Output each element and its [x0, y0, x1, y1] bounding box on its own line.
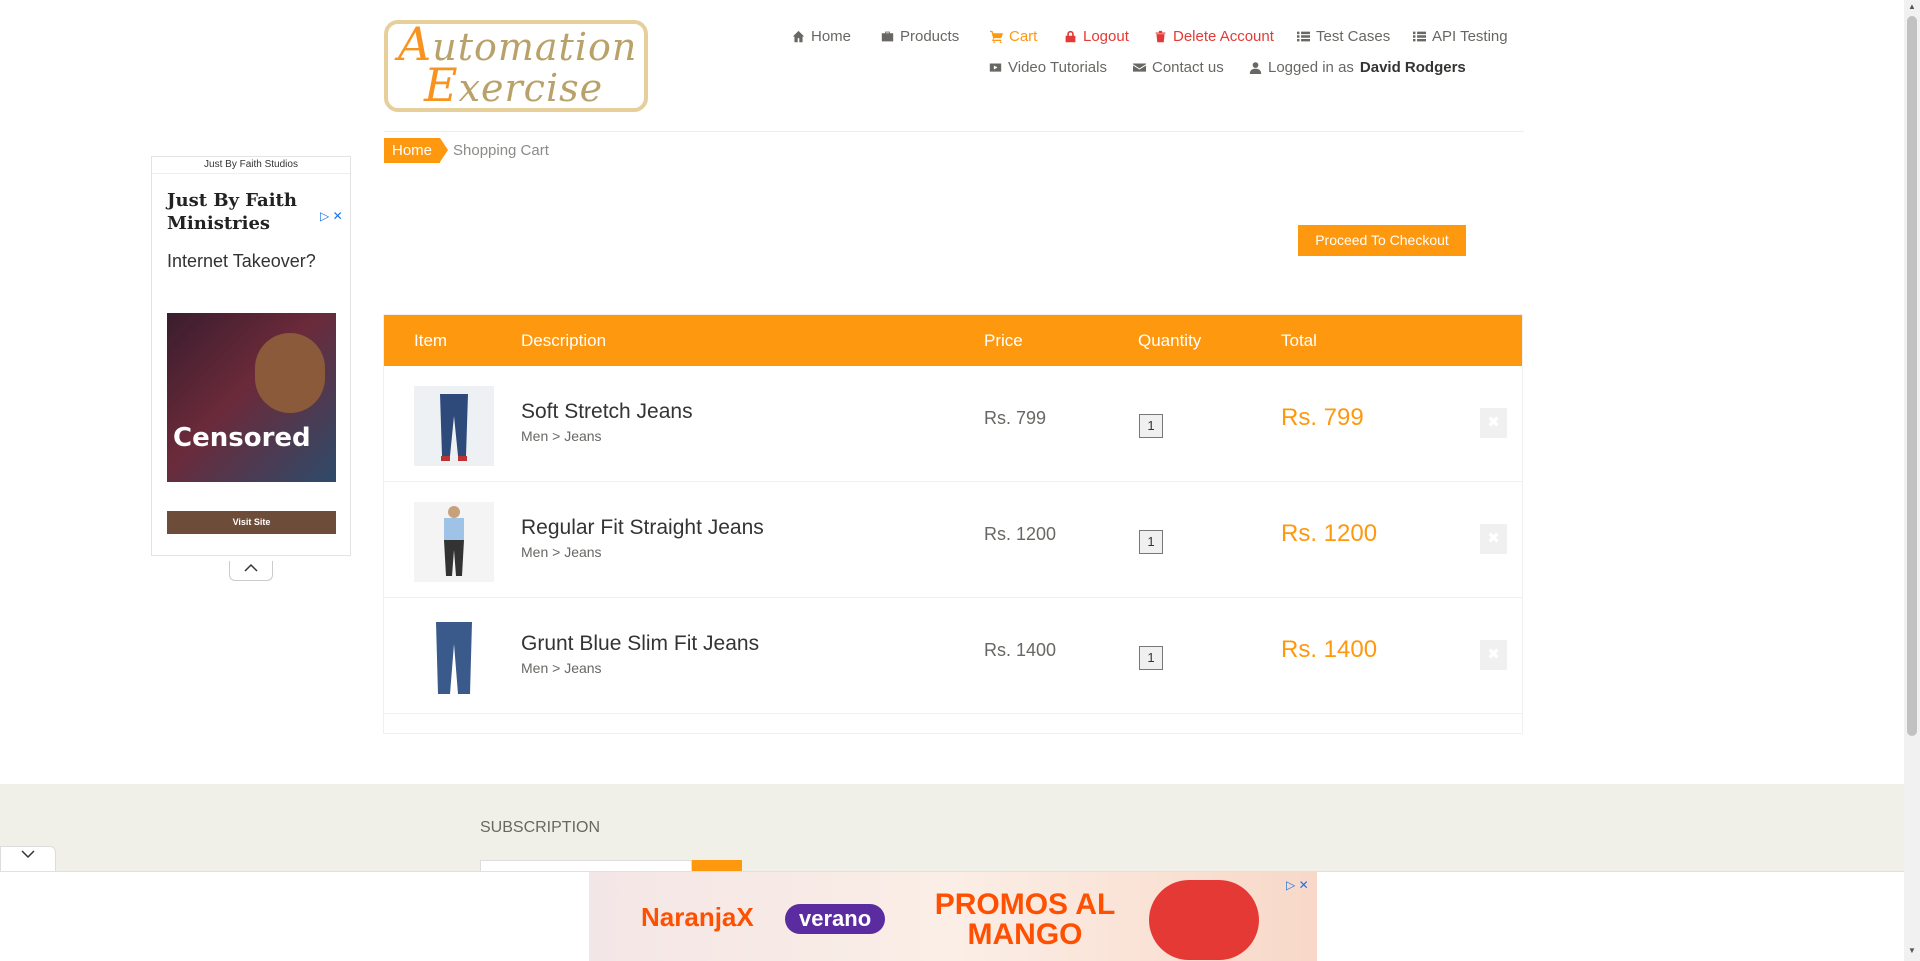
bottom-advertisement[interactable]: NaranjaX verano PROMOS AL MANGO ▷ ✕	[0, 871, 1904, 961]
product-total: Rs. 1400	[1281, 636, 1378, 663]
col-quantity: Quantity	[1138, 331, 1202, 350]
cart-table: Item Description Price Quantity Total So…	[383, 314, 1523, 734]
side-advertisement[interactable]: Just By Faith Studios Just By Faith Mini…	[151, 156, 351, 556]
nav-test-cases-label: Test Cases	[1316, 28, 1391, 45]
header-divider	[384, 131, 1524, 132]
nav-home-label: Home	[811, 28, 852, 45]
product-name[interactable]: Regular Fit Straight Jeans	[521, 516, 764, 540]
product-price: Rs. 1200	[984, 524, 1057, 544]
cart-row: Regular Fit Straight Jeans Men > Jeans R…	[384, 482, 1522, 598]
cart-table-header: Item Description Price Quantity Total	[384, 315, 1522, 366]
nav-logout-label: Logout	[1083, 28, 1129, 45]
quantity-button[interactable]: 1	[1139, 414, 1163, 438]
nav-products-label: Products	[900, 28, 960, 45]
ad-promo-text: PROMOS AL MANGO	[934, 888, 1116, 951]
nav-home[interactable]: Home	[792, 28, 851, 45]
scroll-down-arrow-icon[interactable]: ▼	[1907, 946, 1917, 958]
youtube-icon	[989, 63, 1002, 72]
nav-test-cases[interactable]: Test Cases	[1297, 28, 1390, 45]
delete-item-button[interactable]: ✖	[1480, 640, 1507, 670]
home-icon	[792, 30, 805, 43]
product-image[interactable]	[414, 618, 494, 698]
breadcrumb-current: Shopping Cart	[453, 142, 549, 159]
trash-icon	[1155, 30, 1166, 43]
site-logo[interactable]: Automation Exercise	[384, 20, 648, 112]
product-total: Rs. 1200	[1281, 520, 1378, 547]
product-name[interactable]: Soft Stretch Jeans	[521, 400, 693, 424]
scroll-up-arrow-icon[interactable]: ▲	[1907, 2, 1917, 14]
nav-video-tutorials[interactable]: Video Tutorials	[989, 59, 1107, 76]
quantity-button[interactable]: 1	[1139, 646, 1163, 670]
nav-cart-label: Cart	[1009, 28, 1038, 45]
product-name[interactable]: Grunt Blue Slim Fit Jeans	[521, 632, 759, 656]
ad-divider	[152, 173, 350, 174]
product-category: Men > Jeans	[521, 660, 602, 676]
vertical-scrollbar[interactable]: ▲ ▼	[1904, 0, 1920, 961]
product-price: Rs. 799	[984, 408, 1047, 428]
ad-image[interactable]: Censored	[167, 313, 336, 482]
nav-cart[interactable]: Cart	[990, 28, 1037, 45]
jeans-image	[414, 386, 494, 466]
chevron-up-icon[interactable]	[229, 561, 273, 581]
quantity-button[interactable]: 1	[1139, 530, 1163, 554]
nav-contact-us-label: Contact us	[1152, 59, 1224, 76]
ad-brand[interactable]: Just By Faith Ministries	[167, 189, 297, 235]
product-category: Men > Jeans	[521, 428, 602, 444]
jeans-image	[414, 502, 494, 582]
col-item: Item	[414, 331, 448, 350]
delete-item-button[interactable]: ✖	[1480, 524, 1507, 554]
nav-products[interactable]: Products	[881, 28, 959, 45]
product-category: Men > Jeans	[521, 544, 602, 560]
breadcrumb-home[interactable]: Home	[384, 138, 449, 163]
col-total: Total	[1281, 331, 1317, 350]
product-total: Rs. 799	[1281, 404, 1364, 431]
nav-logout[interactable]: Logout	[1064, 28, 1129, 45]
ad-choices-icon[interactable]: ▷ ✕	[320, 209, 343, 223]
briefcase-icon	[881, 31, 894, 42]
nav-video-tutorials-label: Video Tutorials	[1008, 59, 1107, 76]
jeans-image	[414, 618, 494, 698]
list-icon	[1413, 31, 1426, 42]
logged-in-label: Logged in as	[1268, 59, 1354, 76]
ad-image-caption: Censored	[173, 423, 311, 453]
chevron-down-icon[interactable]	[0, 846, 56, 871]
ad-person	[255, 333, 325, 413]
logo-line-2: Exercise	[424, 58, 604, 112]
ad-banner[interactable]: NaranjaX verano PROMOS AL MANGO	[589, 872, 1317, 961]
product-image[interactable]	[414, 386, 494, 466]
nav-delete-account-label: Delete Account	[1173, 28, 1274, 45]
ad-choices-icon[interactable]: ▷ ✕	[1286, 878, 1309, 892]
ad-studio-name: Just By Faith Studios	[204, 159, 298, 170]
cart-row: Soft Stretch Jeans Men > Jeans Rs. 799 1…	[384, 366, 1522, 482]
proceed-to-checkout-button[interactable]: Proceed To Checkout	[1298, 225, 1466, 256]
ad-brand: NaranjaX	[641, 902, 754, 932]
scrollbar-thumb[interactable]	[1907, 16, 1917, 736]
user-icon	[1249, 62, 1262, 74]
col-description: Description	[521, 331, 607, 350]
mango-illustration	[1149, 880, 1259, 960]
logged-in-status: Logged in as David Rodgers	[1249, 59, 1466, 76]
cart-row: Grunt Blue Slim Fit Jeans Men > Jeans Rs…	[384, 598, 1522, 714]
subscription-title: SUBSCRIPTION	[480, 819, 601, 836]
nav-api-testing-label: API Testing	[1432, 28, 1508, 45]
nav-contact-us[interactable]: Contact us	[1133, 59, 1224, 76]
lock-icon	[1065, 30, 1076, 43]
envelope-icon	[1133, 63, 1146, 72]
cart-icon	[990, 30, 1003, 43]
ad-badge: verano	[785, 904, 886, 934]
ad-visit-site-button[interactable]: Visit Site	[167, 511, 336, 534]
username: David Rodgers	[1359, 59, 1466, 76]
ad-headline[interactable]: Internet Takeover?	[167, 251, 316, 272]
product-image[interactable]	[414, 502, 494, 582]
nav-delete-account[interactable]: Delete Account	[1154, 28, 1274, 45]
nav-api-testing[interactable]: API Testing	[1413, 28, 1508, 45]
list-icon	[1297, 31, 1310, 42]
col-price: Price	[984, 331, 1023, 350]
delete-item-button[interactable]: ✖	[1480, 408, 1507, 438]
product-price: Rs. 1400	[984, 640, 1057, 660]
